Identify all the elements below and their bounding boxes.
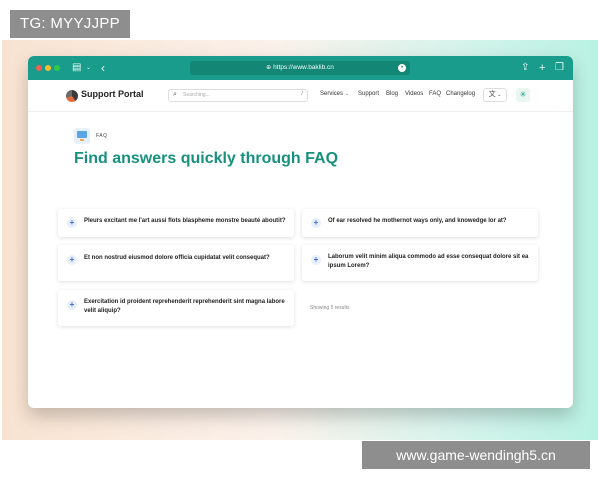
- faq-question: Laborum velit minim aliqua commodo ad es…: [328, 254, 529, 269]
- faq-item[interactable]: + Of ear resolved he mothernot ways only…: [302, 209, 538, 237]
- plus-icon[interactable]: +: [67, 255, 77, 265]
- browser-titlebar: ▤ ⌄ ‹ ⊕ https://www.baklib.cn • ⇪ + ❐: [28, 56, 573, 80]
- monitor-icon: [74, 128, 90, 144]
- page-title: Find answers quickly through FAQ: [74, 150, 339, 167]
- section-tag: FAQ: [96, 133, 108, 139]
- share-icon[interactable]: ⇪: [521, 56, 529, 80]
- search-box[interactable]: ⌕ /: [168, 89, 308, 102]
- faq-question: Exercitation id proident reprehenderit r…: [84, 299, 285, 314]
- faq-item[interactable]: + Et non nostrud eiusmod dolore officia …: [58, 245, 294, 281]
- sun-icon: ✳: [519, 90, 527, 99]
- search-icon: ⌕: [173, 91, 177, 98]
- more-icon[interactable]: •: [398, 64, 406, 72]
- faq-question: Pleurs excitant me l'art aussi flots bla…: [84, 218, 286, 224]
- plus-icon[interactable]: +: [67, 300, 77, 310]
- chevron-down-icon: ⌄: [345, 91, 350, 97]
- site-navbar: Support Portal ⌕ / Services⌄ Support Blo…: [28, 80, 573, 112]
- plus-icon[interactable]: +: [67, 218, 77, 228]
- faq-item[interactable]: + Laborum velit minim aliqua commodo ad …: [302, 245, 538, 281]
- nav-changelog[interactable]: Changelog: [446, 91, 475, 97]
- chevron-down-icon[interactable]: ⌄: [86, 56, 91, 80]
- back-icon[interactable]: ‹: [101, 56, 105, 80]
- nav-services-label: Services: [320, 91, 344, 97]
- nav-faq[interactable]: FAQ: [429, 91, 441, 97]
- translate-icon: 文: [488, 91, 496, 98]
- globe-icon: ⊕: [266, 65, 272, 71]
- search-shortcut: /: [301, 91, 303, 97]
- browser-window: ▤ ⌄ ‹ ⊕ https://www.baklib.cn • ⇪ + ❐ Sup…: [28, 56, 573, 408]
- logo-text[interactable]: Support Portal: [81, 89, 144, 99]
- chevron-down-icon: ⌄: [495, 92, 502, 98]
- nav-services[interactable]: Services ⌄: [320, 91, 349, 97]
- language-button[interactable]: 文 ⌄: [483, 88, 507, 102]
- faq-item[interactable]: + Exercitation id proident reprehenderit…: [58, 290, 294, 326]
- tag-label: TG: MYYJJPP: [10, 10, 130, 38]
- watermark: www.game-wendingh5.cn: [362, 441, 590, 469]
- new-tab-icon[interactable]: +: [539, 56, 545, 80]
- maximize-window-button[interactable]: [54, 65, 60, 71]
- faq-question: Of ear resolved he mothernot ways only, …: [328, 218, 507, 224]
- logo-icon: [66, 90, 78, 102]
- results-count: Showing 5 results: [310, 305, 350, 311]
- search-input[interactable]: [183, 92, 293, 98]
- nav-blog[interactable]: Blog: [386, 91, 398, 97]
- plus-icon[interactable]: +: [311, 255, 321, 265]
- close-window-button[interactable]: [36, 65, 42, 71]
- sidebar-toggle-icon[interactable]: ▤: [72, 56, 81, 80]
- url-text: https://www.baklib.cn: [273, 64, 334, 71]
- url-bar[interactable]: ⊕ https://www.baklib.cn •: [190, 61, 410, 75]
- plus-icon[interactable]: +: [311, 218, 321, 228]
- minimize-window-button[interactable]: [45, 65, 51, 71]
- theme-toggle-button[interactable]: ✳: [516, 88, 530, 102]
- faq-item[interactable]: + Pleurs excitant me l'art aussi flots b…: [58, 209, 294, 237]
- tabs-overview-icon[interactable]: ❐: [555, 56, 564, 80]
- nav-videos[interactable]: Videos: [405, 91, 423, 97]
- faq-question: Et non nostrud eiusmod dolore officia cu…: [84, 255, 270, 261]
- nav-support[interactable]: Support: [358, 91, 379, 97]
